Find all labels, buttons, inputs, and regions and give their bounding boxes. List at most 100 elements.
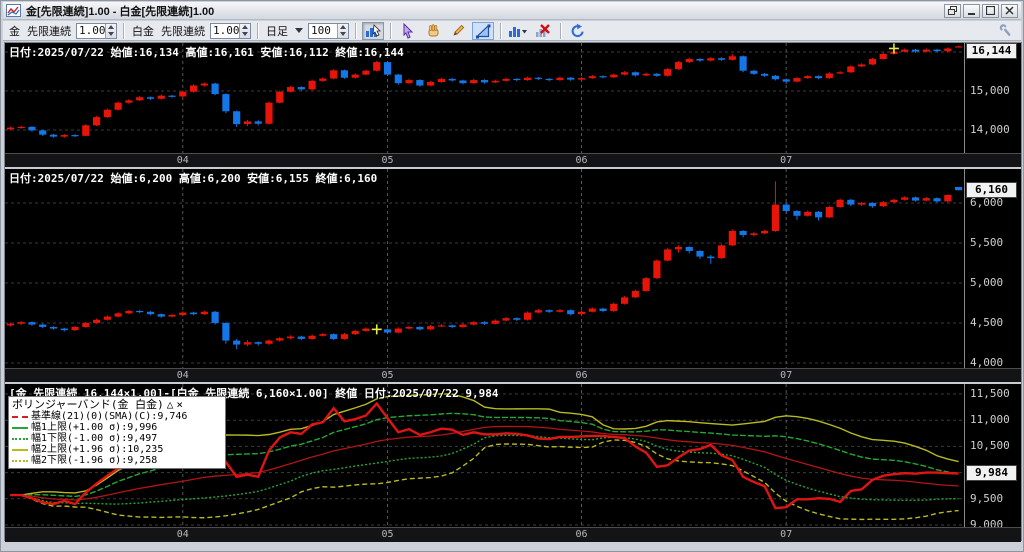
month-label: 06 xyxy=(575,155,588,166)
month-label: 04 xyxy=(176,155,189,166)
legend-item-band2-lower: 幅2下限(-1.96 σ):9,258 xyxy=(12,455,222,466)
platinum-panel: 6,000 5,500 5,000 4,500 4,000 6,160 日付:2025/0… xyxy=(5,169,1021,382)
toolbar-separator xyxy=(257,22,258,39)
month-label: 04 xyxy=(176,529,189,540)
axis-tick-label: 4,500 xyxy=(970,315,1004,329)
gold-panel: 16,00015,00014,00016,144 日付:2025/07/22 始… xyxy=(5,43,1021,167)
instrument1-label: 金 xyxy=(9,25,20,38)
legend-item-sma: 基準線(21)(0)(SMA)(C):9,746 xyxy=(12,411,222,422)
bar-count-spinner-buttons[interactable] xyxy=(337,23,348,38)
spread-panel: 11,50011,00010,50010,0009,5009,0009,984 … xyxy=(5,384,1021,542)
axis-tick-label: 4,000 xyxy=(970,355,1004,369)
close-button[interactable] xyxy=(1001,3,1018,18)
trendline-tool-button[interactable] xyxy=(472,21,494,40)
instrument1-spinner-buttons[interactable] xyxy=(105,23,116,38)
toolbar-separator xyxy=(355,22,356,39)
refresh-icon xyxy=(571,23,584,37)
hand-icon xyxy=(428,23,439,36)
gold-time-strip: 04 05 06 07 xyxy=(5,153,1021,167)
platinum-plot[interactable] xyxy=(5,169,965,368)
bar-count-spinner[interactable]: 100 xyxy=(308,22,349,39)
instrument2-ratio-value[interactable]: 1.00 xyxy=(211,24,240,38)
sma-line-swatch xyxy=(12,415,28,418)
gold-info-text: 日付:2025/07/22 始値:16,134 高値:16,161 安値:16,… xyxy=(9,46,404,59)
data-window-button[interactable] xyxy=(362,21,384,40)
legend-collapse-button[interactable]: △ xyxy=(167,398,174,411)
axis-tick-label: 5,500 xyxy=(970,235,1004,249)
chart-type-button[interactable] xyxy=(507,22,529,40)
pan-hand-button[interactable] xyxy=(422,22,444,40)
legend-item-band1-lower: 幅1下限(-1.00 σ):9,497 xyxy=(12,433,222,444)
bollinger-legend: ボリンジャーバンド(金 白金) △ × 基準線(21)(0)(SMA)(C):9… xyxy=(8,396,226,469)
pointer-tool-button[interactable] xyxy=(397,22,419,40)
band2-upper-swatch xyxy=(12,448,28,451)
toolbar: 金 先限連続 1.00 白金 先限連続 1.00 日足 100 xyxy=(3,21,1021,41)
legend-title: ボリンジャーバンド(金 白金) xyxy=(12,398,164,411)
month-label: 06 xyxy=(575,370,588,381)
maximize-button[interactable] xyxy=(982,3,999,18)
month-label: 05 xyxy=(381,370,394,381)
band1-upper-swatch xyxy=(12,426,28,429)
axis-tick-label: 11,000 xyxy=(970,413,1010,427)
legend-close-button[interactable]: × xyxy=(176,398,183,411)
window-title: 金[先限連続]1.00 - 白金[先限連続]1.00 xyxy=(26,5,215,18)
platinum-last-price: 6,160 xyxy=(966,182,1017,199)
month-label: 04 xyxy=(176,370,189,381)
settings-button[interactable] xyxy=(995,22,1017,40)
float-window-button[interactable] xyxy=(944,3,961,18)
instrument2-spinner-buttons[interactable] xyxy=(239,23,250,38)
delete-analysis-icon xyxy=(536,23,550,37)
toolbar-separator xyxy=(390,22,391,39)
platinum-axis[interactable]: 6,000 5,500 5,000 4,500 4,000 6,160 xyxy=(965,169,1021,369)
instrument1-ratio-spinner[interactable]: 1.00 xyxy=(76,22,117,39)
axis-tick-label: 14,000 xyxy=(970,122,1010,136)
pencil-icon xyxy=(453,24,465,36)
pointer-icon xyxy=(403,22,414,39)
data-window-icon xyxy=(366,23,381,37)
month-label: 05 xyxy=(381,155,394,166)
legend-item-band1-upper: 幅1上限(+1.00 σ):9,996 xyxy=(12,422,222,433)
chart-window: 金[先限連続]1.00 - 白金[先限連続]1.00 金 先限連続 1.00 白… xyxy=(0,0,1024,552)
axis-tick-label: 9,500 xyxy=(970,491,1004,505)
platinum-time-strip: 04 05 06 07 xyxy=(5,368,1021,382)
draw-tool-button[interactable] xyxy=(447,22,469,40)
instrument2-label: 白金 xyxy=(132,25,154,38)
axis-tick-label: 15,000 xyxy=(970,83,1010,97)
instrument2-ratio-spinner[interactable]: 1.00 xyxy=(210,22,251,39)
spread-last-price: 9,984 xyxy=(966,465,1017,482)
toolbar-separator xyxy=(123,22,124,39)
instrument2-series-label: 先限連続 xyxy=(161,25,205,38)
spread-time-strip: 04 05 06 07 xyxy=(5,527,1021,542)
month-label: 07 xyxy=(780,529,793,540)
trendline-icon xyxy=(475,23,491,38)
wrench-icon xyxy=(999,23,1011,36)
toolbar-separator xyxy=(560,22,561,39)
axis-tick-label: 10,500 xyxy=(970,439,1010,453)
bar-count-value[interactable]: 100 xyxy=(309,24,337,38)
gold-last-price: 16,144 xyxy=(966,43,1017,59)
refresh-button[interactable] xyxy=(567,22,589,40)
axis-tick-label: 11,500 xyxy=(970,387,1010,401)
month-label: 07 xyxy=(780,370,793,381)
month-label: 05 xyxy=(381,529,394,540)
legend-item-band2-upper: 幅2上限(+1.96 σ):10,235 xyxy=(12,444,222,455)
band2-lower-swatch xyxy=(12,459,28,462)
month-label: 07 xyxy=(780,155,793,166)
timeframe-dropdown[interactable]: 日足 xyxy=(266,23,288,39)
chart-app-icon xyxy=(6,4,22,17)
axis-tick-label: 5,000 xyxy=(970,275,1004,289)
platinum-info-text: 日付:2025/07/22 始値:6,200 高値:6,200 安値:6,155… xyxy=(9,172,378,185)
gold-axis[interactable]: 16,00015,00014,00016,144 xyxy=(965,43,1021,153)
delete-analysis-button[interactable] xyxy=(532,22,554,40)
spread-axis[interactable]: 11,50011,00010,50010,0009,5009,0009,984 xyxy=(965,384,1021,531)
chart-region: 16,00015,00014,00016,144 日付:2025/07/22 始… xyxy=(4,42,1022,542)
timeframe-dropdown-arrow[interactable] xyxy=(295,28,303,33)
toolbar-separator xyxy=(500,22,501,39)
bar-chart-icon xyxy=(509,26,527,37)
band1-lower-swatch xyxy=(12,437,28,440)
title-bar: 金[先限連続]1.00 - 白金[先限連続]1.00 xyxy=(3,2,1021,20)
instrument1-series-label: 先限連続 xyxy=(27,25,71,38)
instrument1-ratio-value[interactable]: 1.00 xyxy=(77,24,106,38)
month-label: 06 xyxy=(575,529,588,540)
minimize-button[interactable] xyxy=(963,3,980,18)
